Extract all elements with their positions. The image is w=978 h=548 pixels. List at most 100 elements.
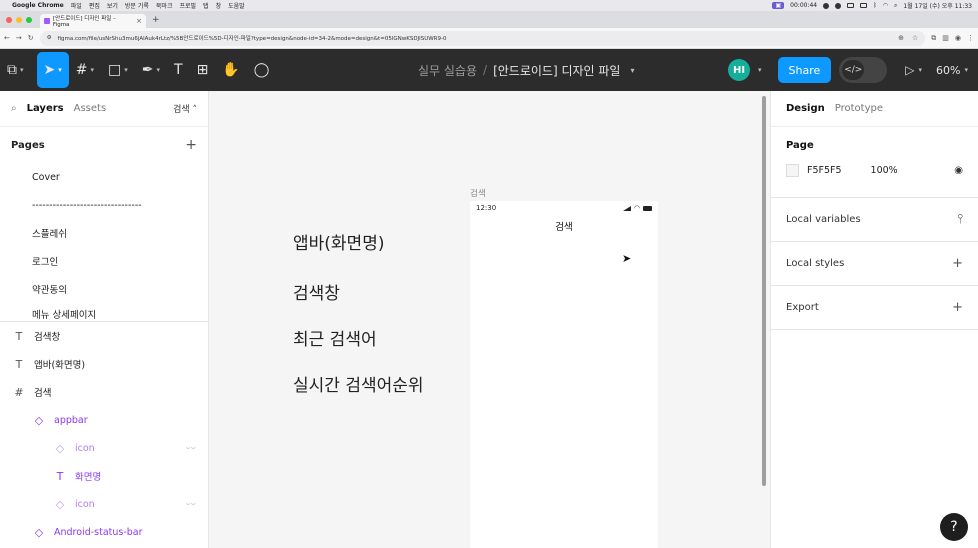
add-page-icon[interactable]: + [185,137,197,153]
clock[interactable]: 1월 17일 (수) 오후 11:33 [903,1,972,10]
resources-tool-button[interactable]: ⊞ [190,49,216,91]
layer-row[interactable]: ◇ Android-status-bar [0,518,208,546]
main-menu-button[interactable]: ⧉ ▾ [0,49,31,91]
canvas-text-appbar[interactable]: 앱바(화면명) [293,229,384,254]
layer-row[interactable]: T 앱바(화면명) [0,350,208,378]
layer-row[interactable]: ◇ appbar [0,406,208,434]
local-styles-row[interactable]: Local styles + [786,242,963,285]
recording-timer[interactable]: 00:00:44 [790,2,817,9]
layer-row[interactable]: ◇ icon ⌣⌣ [0,434,208,462]
wifi-icon: ◠ [633,204,640,212]
pen-tool-button[interactable]: ✒ ▾ [135,49,167,91]
tab-design[interactable]: Design [786,103,825,114]
add-export-icon[interactable]: + [952,300,963,315]
color-swatch[interactable] [786,163,799,177]
browser-tab[interactable]: [안드로이드] 디자인 파일 – Figma × [40,14,146,28]
shape-tool-button[interactable]: □ ▾ [101,49,135,91]
canvas-text-recent[interactable]: 최근 검색어 [293,325,377,350]
page-item[interactable]: -------------------------------- [0,191,208,219]
page-item[interactable]: Cover [0,163,208,191]
add-style-icon[interactable]: + [952,256,963,271]
bluetooth-icon[interactable]: ᛒ [873,2,877,9]
minimize-window-button[interactable] [16,16,22,23]
android-status-bar[interactable]: 12:30 ◠ [470,201,658,215]
close-tab-icon[interactable]: × [136,17,142,25]
site-info-icon[interactable]: ⚙ [47,35,52,41]
forward-icon[interactable]: → [16,34,22,42]
layer-row[interactable]: T 검색창 [0,322,208,350]
eye-icon[interactable]: ◉ [954,165,963,176]
appbar-title[interactable]: 검색 [470,219,658,233]
app-menu[interactable]: Google Chrome [12,2,64,9]
page-fill-row[interactable]: F5F5F5 100% ◉ [786,155,963,185]
bookmark-star-icon[interactable]: ☆ [912,34,918,42]
design-canvas[interactable]: 앱바(화면명) 검색창 최근 검색어 실시간 검색어순위 검색 12:30 ◠ … [209,91,770,548]
layer-row[interactable]: T 화면명 [0,462,208,490]
canvas-text-searchbar[interactable]: 검색창 [293,279,340,304]
current-page-toggle[interactable]: 검색 ˄ [173,102,197,115]
text-tool-button[interactable]: T [167,49,190,91]
url-field[interactable]: ⚙ figma.com/file/usNrShu3mu6jAlAuk4rLtz/… [39,30,926,46]
back-icon[interactable]: ← [4,34,10,42]
reload-icon[interactable]: ↻ [28,34,34,42]
share-button[interactable]: Share [777,57,832,83]
menu-item[interactable]: 보기 [107,1,118,10]
layer-row[interactable]: # 검색 [0,378,208,406]
close-window-button[interactable] [6,16,12,23]
help-button[interactable]: ? [940,513,968,541]
variables-sliders-icon[interactable]: ⫯ [957,212,963,227]
sidepanel-icon[interactable]: ▥ [942,34,949,42]
dev-mode-toggle[interactable]: </> [839,57,888,83]
extensions-icon[interactable]: ⧉ [931,34,936,43]
menu-item[interactable]: 프로필 [179,1,196,10]
move-tool-button[interactable]: ➤ ▾ [36,52,69,88]
tab-prototype[interactable]: Prototype [835,103,883,114]
menu-item[interactable]: 탭 [203,1,209,10]
menu-item[interactable]: 도움말 [228,1,245,10]
layer-row[interactable]: ◇ icon ⌣⌣ [0,490,208,518]
menu-item[interactable]: 북마크 [156,1,173,10]
user-avatar[interactable]: HI [728,59,751,81]
canvas-text-realtime[interactable]: 실시간 검색어순위 [293,371,424,396]
zoom-window-button[interactable] [26,16,32,23]
comment-tool-button[interactable]: ◯ [247,49,277,91]
display-icon[interactable] [847,3,855,8]
page-item[interactable]: 메뉴 상세페이지 [0,303,208,321]
file-name[interactable]: [안드로이드] 디자인 파일 [493,62,620,79]
zoom-menu[interactable]: 60% ▾ [936,64,968,77]
frame-label[interactable]: 검색 [470,187,486,199]
pause-icon[interactable] [835,2,842,9]
menu-item[interactable]: 방문 기록 [125,1,149,10]
page-opacity[interactable]: 100% [871,165,898,176]
chevron-down-icon[interactable]: ▾ [630,66,634,75]
hidden-eye-icon[interactable]: ⌣⌣ [185,443,196,453]
hidden-eye-icon[interactable]: ⌣⌣ [185,499,196,509]
chevron-down-icon[interactable]: ▾ [758,66,762,74]
project-name[interactable]: 실무 실습용 [418,62,477,79]
local-variables-row[interactable]: Local variables ⫯ [786,198,963,241]
page-color-hex[interactable]: F5F5F5 [807,165,842,176]
browser-menu-icon[interactable]: ⋮ [967,34,974,42]
canvas-scrollbar[interactable] [762,96,766,486]
frame-tool-button[interactable]: # ▾ [69,49,101,91]
profile-icon[interactable]: ◉ [955,34,961,42]
zoom-page-icon[interactable]: ⊕ [898,34,904,42]
new-tab-icon[interactable]: + [152,15,160,25]
stop-icon[interactable] [823,2,830,9]
page-item[interactable]: 로그인 [0,247,208,275]
wifi-icon[interactable]: ◠ [883,2,888,9]
menu-item[interactable]: 파일 [71,1,82,10]
spotlight-icon[interactable]: ⌕ [894,2,897,10]
menu-item[interactable]: 편집 [89,1,100,10]
page-item[interactable]: 약관동의 [0,275,208,303]
hand-tool-button[interactable]: ✋ [215,49,246,91]
tab-assets[interactable]: Assets [74,103,107,114]
present-button[interactable]: ▷ ▾ [905,63,922,77]
tab-layers[interactable]: Layers [27,103,64,114]
page-item[interactable]: 스플레쉬 [0,219,208,247]
text-t-icon: T [174,62,183,78]
screen-record-icon[interactable]: ▣ [772,2,785,9]
export-row[interactable]: Export + [786,286,963,329]
menu-item[interactable]: 창 [216,1,222,10]
search-layers-icon[interactable]: ⌕ [11,103,17,114]
